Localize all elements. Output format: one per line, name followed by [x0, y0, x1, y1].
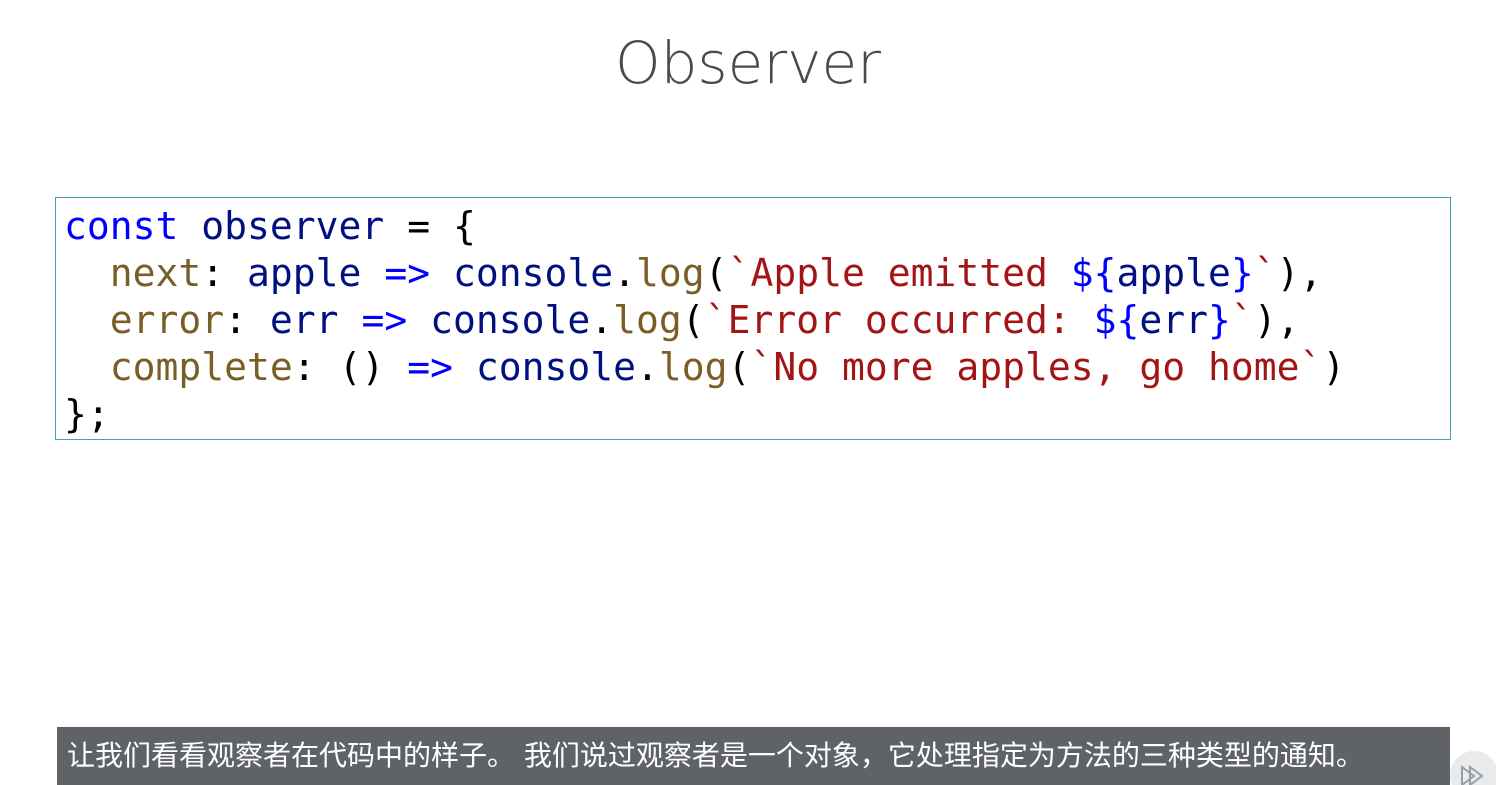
punct-paren-open: (	[727, 345, 751, 389]
code-block: const observer = { next: apple => consol…	[55, 197, 1451, 440]
punct-paren-open: (	[704, 251, 728, 295]
punct-paren-close: ),	[1276, 251, 1323, 295]
fn-log: log	[613, 298, 682, 342]
slide-title: Observer	[614, 29, 882, 97]
template-close: }	[1230, 251, 1254, 295]
punct-colon: :	[224, 298, 270, 342]
template-open: ${	[1093, 298, 1140, 342]
subtitle-bar: 让我们看看观察者在代码中的样子。 我们说过观察者是一个对象，它处理指定为方法的三…	[57, 727, 1450, 785]
subtitle-text: 让我们看看观察者在代码中的样子。 我们说过观察者是一个对象，它处理指定为方法的三…	[67, 739, 1364, 772]
play-icon	[1461, 765, 1484, 785]
string-part: `Error occurred:	[704, 298, 1094, 342]
punct-dot: .	[613, 251, 637, 295]
identifier-console: console	[475, 345, 637, 389]
string-literal: `No more apples, go home`	[750, 345, 1323, 389]
punct-dot: .	[590, 298, 614, 342]
param-apple: apple	[247, 251, 362, 295]
code-line-3: error: err => console.log(`Error occurre…	[64, 298, 1300, 342]
code-text: const observer = { next: apple => consol…	[64, 203, 1345, 438]
template-close: }	[1208, 298, 1231, 342]
code-line-1: const observer = {	[64, 204, 476, 248]
prop-complete: complete	[109, 345, 293, 389]
code-line-5: };	[64, 392, 110, 436]
template-open: ${	[1070, 251, 1117, 295]
code-line-2: next: apple => console.log(`Apple emitte…	[64, 251, 1323, 295]
keyword-const: const	[64, 204, 179, 248]
play-button[interactable]	[1450, 751, 1496, 785]
punct-colon: :	[292, 345, 339, 389]
arrow-operator: =>	[407, 345, 453, 389]
identifier-observer: observer	[201, 204, 385, 248]
arrow-operator: =>	[384, 251, 431, 295]
fn-log: log	[658, 345, 728, 389]
prop-next: next	[109, 251, 202, 295]
fn-log: log	[636, 251, 705, 295]
punct-paren-close: ),	[1253, 298, 1300, 342]
param-err: err	[269, 298, 339, 342]
string-end: `	[1253, 251, 1277, 295]
punct-dot: .	[636, 345, 659, 389]
arrow-operator: =>	[361, 298, 408, 342]
string-part: `Apple emitted	[727, 251, 1071, 295]
punct-assign-brace: = {	[384, 204, 476, 248]
string-end: `	[1230, 298, 1254, 342]
punct-paren-close: )	[1322, 345, 1346, 389]
punct-colon: :	[201, 251, 248, 295]
params-empty: ()	[338, 345, 385, 389]
identifier-console: console	[452, 251, 614, 295]
identifier-console: console	[430, 298, 591, 342]
template-var: err	[1139, 298, 1209, 342]
code-line-4: complete: () => console.log(`No more app…	[64, 345, 1346, 389]
punct-paren-open: (	[681, 298, 705, 342]
slide: Observer const observer = { next: apple …	[0, 0, 1496, 785]
template-var: apple	[1116, 251, 1231, 295]
prop-error: error	[109, 298, 225, 342]
